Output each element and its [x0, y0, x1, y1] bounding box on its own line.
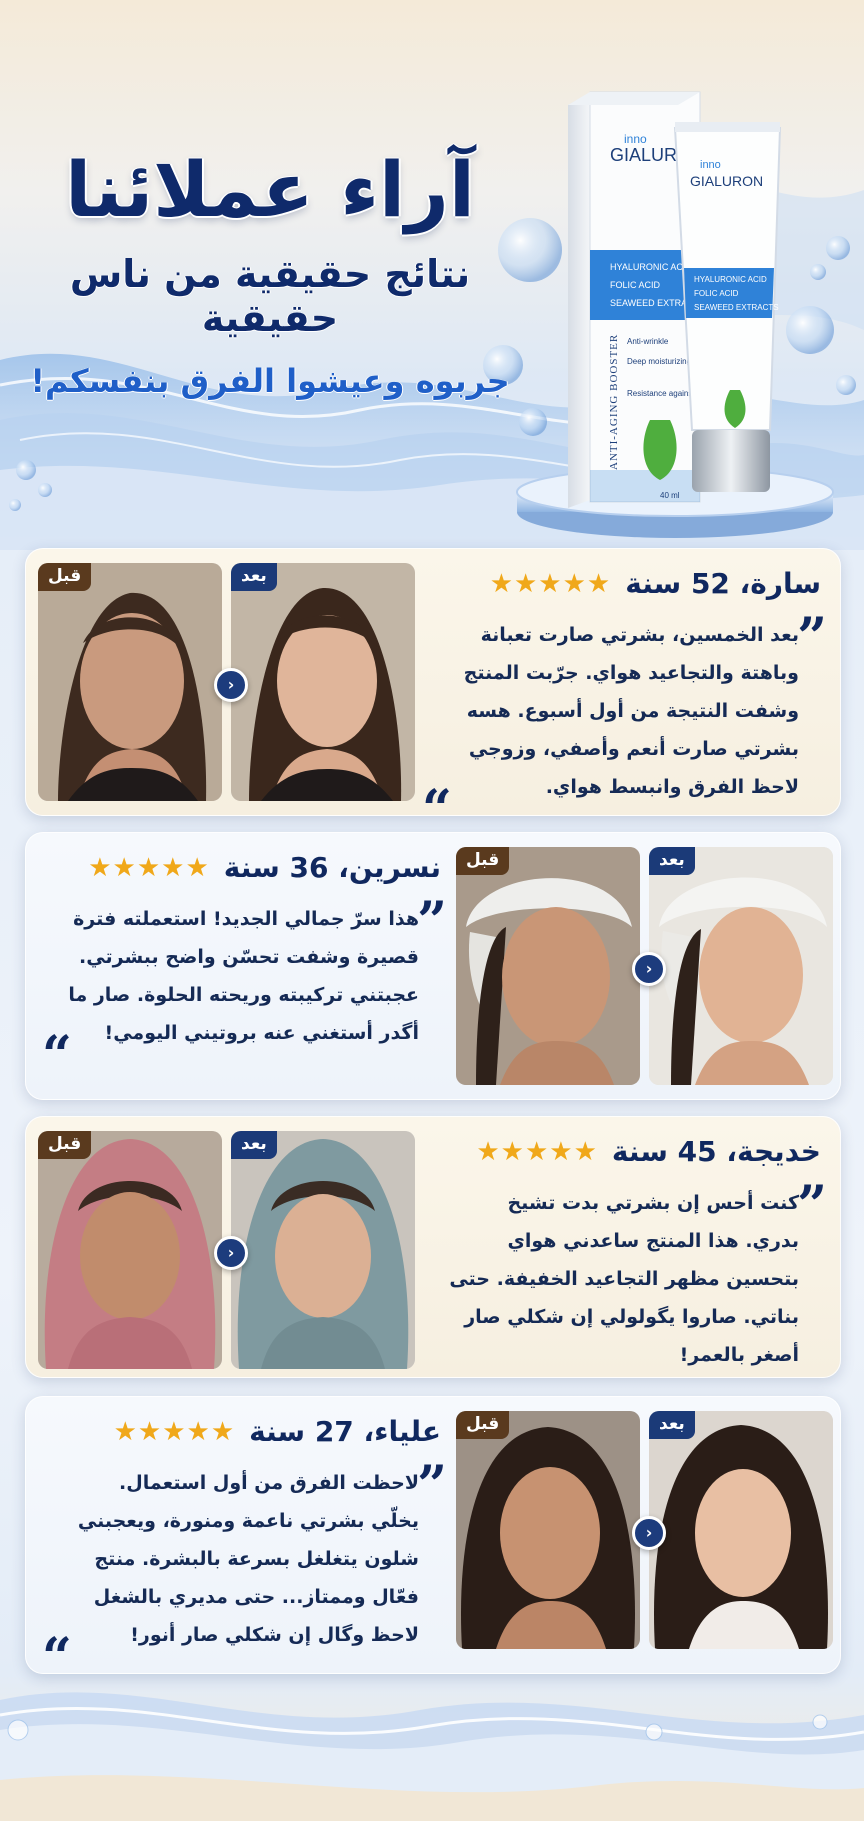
- before-photo: قبل: [456, 1411, 640, 1649]
- after-badge: بعد: [649, 1411, 695, 1439]
- before-badge: قبل: [456, 847, 510, 875]
- review-text: لاحظت الفرق من أول استعمال. يخلّي بشرتي …: [77, 1472, 419, 1646]
- review-text-block: ” كنت أحس إن بشرتي بدت تشيخ بدري. هذا ال…: [426, 1180, 827, 1374]
- review-content: خديجة، 45 سنة ★★★★★ ” كنت أحس إن بشرتي ب…: [426, 1135, 827, 1374]
- review-card-2: نسرين، 36 سنة ★★★★★ ” هذا سرّ جمالي الجد…: [25, 832, 841, 1100]
- before-after-photos: قبل بعد ›: [38, 1131, 428, 1369]
- box-benefit-2: Deep moisturizing: [627, 357, 691, 366]
- review-header: خديجة، 45 سنة ★★★★★: [426, 1135, 821, 1168]
- chevron-right-icon: ›: [214, 1236, 248, 1270]
- reviewer-name: خديجة، 45 سنة: [611, 1135, 821, 1168]
- after-badge: بعد: [649, 847, 695, 875]
- reviewer-name: سارة، 52 سنة: [625, 567, 821, 600]
- box-volume: 40 ml: [660, 491, 680, 500]
- box-ingredient-1: HYALURONIC ACID: [610, 262, 692, 272]
- bottom-wave-decoration: [0, 1692, 864, 1821]
- box-side-label: ANTI-AGING BOOSTER: [608, 334, 620, 470]
- review-text-block: ” بعد الخمسين، بشرتي صارت تعبانة وباهتة …: [422, 612, 827, 816]
- before-after-photos: قبل بعد ›: [456, 1411, 840, 1649]
- quote-open-icon: ”: [417, 1455, 447, 1516]
- quote-open-icon: ”: [797, 607, 827, 668]
- quote-close-icon: “: [422, 779, 452, 816]
- before-badge: قبل: [38, 1131, 92, 1159]
- chevron-right-icon: ›: [632, 1516, 666, 1550]
- quote-open-icon: ”: [417, 891, 447, 952]
- review-header: علياء، 27 سنة ★★★★★: [46, 1415, 441, 1448]
- hero-section: آراء عملائنا نتائج حقيقية من ناس حقيقية …: [0, 0, 864, 550]
- after-photo: بعد: [231, 1131, 415, 1369]
- before-photo: قبل: [38, 563, 222, 801]
- review-text: بعد الخمسين، بشرتي صارت تعبانة وباهتة وا…: [463, 624, 799, 798]
- review-text: كنت أحس إن بشرتي بدت تشيخ بدري. هذا المن…: [449, 1192, 799, 1366]
- review-content: سارة، 52 سنة ★★★★★ ” بعد الخمسين، بشرتي …: [422, 567, 827, 816]
- review-card-3: قبل بعد › خديجة، 45 سنة ★★★★★ ” كنت أحس …: [25, 1116, 841, 1378]
- review-text-block: ” هذا سرّ جمالي الجديد! استعملته فترة قص…: [42, 896, 447, 1082]
- before-badge: قبل: [38, 563, 92, 591]
- box-brand-small: inno: [624, 132, 647, 146]
- star-rating-icon: ★★★★★: [489, 568, 612, 599]
- after-photo: بعد: [649, 847, 833, 1085]
- review-content: نسرين، 36 سنة ★★★★★ ” هذا سرّ جمالي الجد…: [42, 851, 447, 1082]
- review-header: نسرين، 36 سنة ★★★★★: [46, 851, 441, 884]
- after-photo: بعد: [231, 563, 415, 801]
- tube-brand: GIALURON: [690, 173, 763, 189]
- before-badge: قبل: [456, 1411, 510, 1439]
- tube-ingredient-2: FOLIC ACID: [694, 289, 739, 298]
- chevron-right-icon: ›: [214, 668, 248, 702]
- quote-open-icon: ”: [797, 1175, 827, 1236]
- after-badge: بعد: [231, 1131, 277, 1159]
- tube-ingredient-1: HYALURONIC ACID: [694, 275, 767, 284]
- chevron-right-icon: ›: [632, 952, 666, 986]
- review-header: سارة، 52 سنة ★★★★★: [426, 567, 821, 600]
- review-content: علياء، 27 سنة ★★★★★ ” لاحظت الفرق من أول…: [42, 1415, 447, 1674]
- quote-close-icon: “: [42, 1025, 72, 1086]
- tube-ingredient-3: SEAWEED EXTRACTS: [694, 303, 779, 312]
- box-benefit-1: Anti-wrinkle: [627, 337, 669, 346]
- star-rating-icon: ★★★★★: [88, 852, 210, 883]
- box-ingredient-2: FOLIC ACID: [610, 280, 661, 290]
- review-card-4: علياء، 27 سنة ★★★★★ ” لاحظت الفرق من أول…: [25, 1396, 841, 1674]
- before-photo: قبل: [456, 847, 640, 1085]
- before-photo: قبل: [38, 1131, 222, 1369]
- star-rating-icon: ★★★★★: [113, 1416, 236, 1447]
- star-rating-icon: ★★★★★: [476, 1136, 598, 1167]
- tube-brand-small: inno: [700, 159, 721, 171]
- review-card-1: قبل بعد › سارة، 52 سنة ★★★★★ ” بعد الخمس…: [25, 548, 841, 816]
- product-image: inno GIALURON HYALURONIC ACID FOLIC ACID…: [516, 91, 834, 538]
- review-text-block: ” لاحظت الفرق من أول استعمال. يخلّي بشرت…: [42, 1460, 447, 1674]
- before-after-photos: قبل بعد ›: [38, 563, 428, 801]
- after-badge: بعد: [231, 563, 277, 591]
- reviewer-name: علياء، 27 سنة: [249, 1415, 441, 1448]
- reviewer-name: نسرين، 36 سنة: [223, 851, 441, 884]
- before-after-photos: قبل بعد ›: [456, 847, 840, 1085]
- after-photo: بعد: [649, 1411, 833, 1649]
- review-text: هذا سرّ جمالي الجديد! استعملته فترة قصير…: [68, 908, 419, 1044]
